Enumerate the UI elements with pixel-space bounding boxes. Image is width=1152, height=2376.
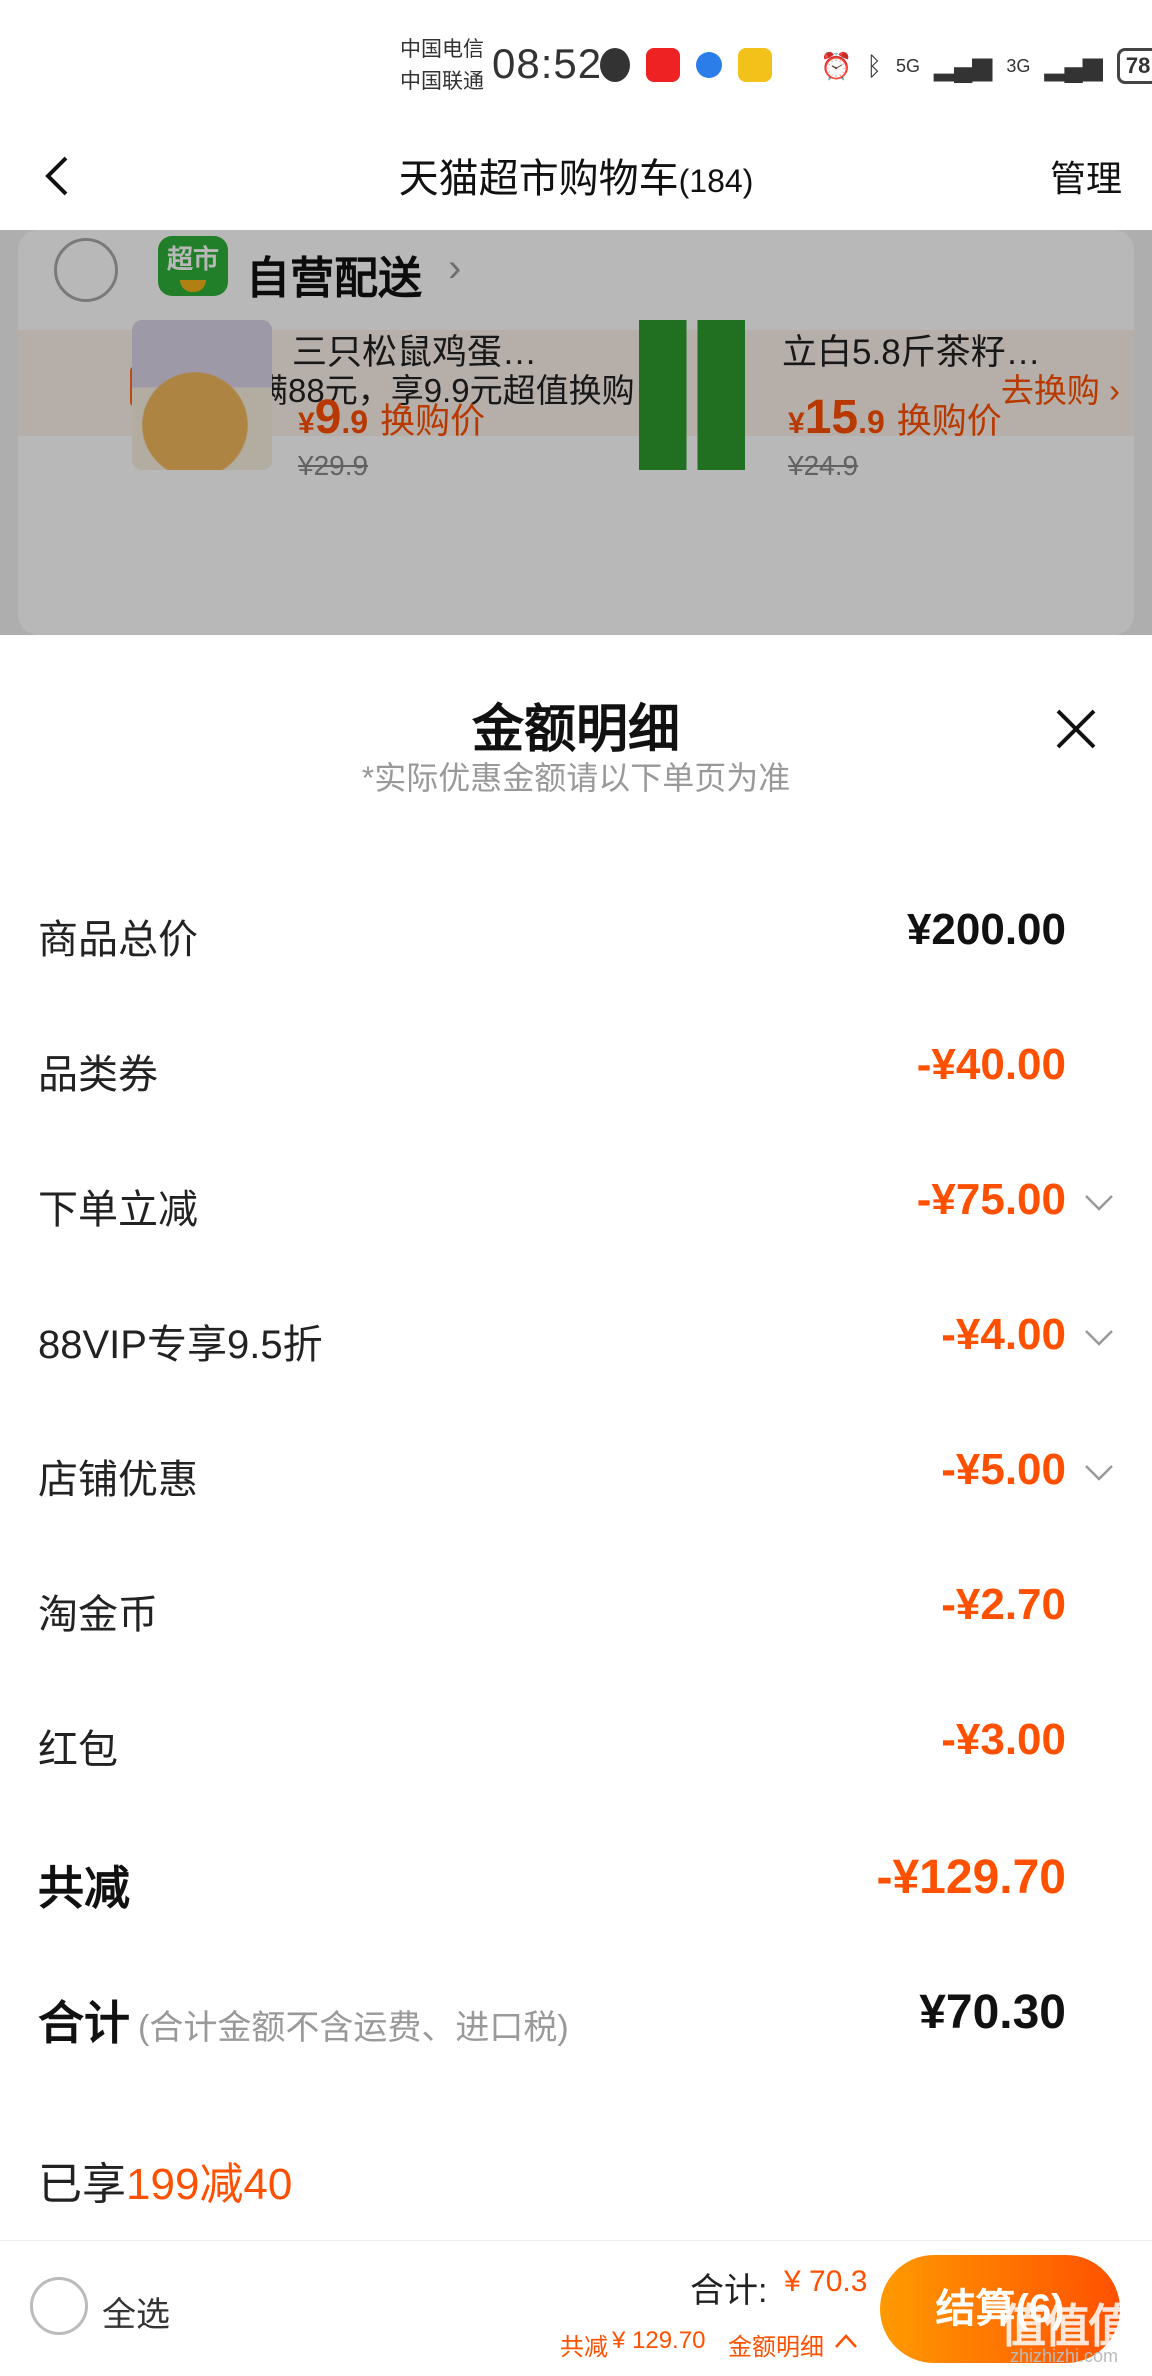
sheet-subtitle: *实际优惠金额请以下单页为准 — [361, 760, 791, 796]
carrier-2: 中国联通 — [400, 70, 484, 93]
qq-icon — [600, 48, 630, 82]
amount-detail-sheet: 金额明细 *实际优惠金额请以下单页为准 商品总价 ¥200.00 品类券 -¥4… — [0, 635, 1152, 2240]
modal-overlay[interactable] — [0, 230, 1152, 635]
bluetooth-icon: ᛒ — [866, 50, 882, 81]
promo-prefix: 已享 — [38, 2160, 126, 2209]
reduce-value: ¥ 129.70 — [612, 2327, 706, 2354]
system-icons: ⏰ ᛒ 5G ▂▄▆ 3G ▂▄▆ 78 — [820, 48, 1152, 84]
signal-bars-icon: ▂▄▆ — [1044, 50, 1103, 81]
row-value: ¥70.30 — [919, 1986, 1066, 2039]
select-all-checkbox[interactable] — [30, 2277, 88, 2335]
row-label: 品类券 — [38, 1053, 158, 1097]
row-value: -¥75.00 — [916, 1175, 1066, 1224]
chevron-up-icon[interactable] — [834, 2333, 858, 2349]
browser-icon — [696, 52, 722, 78]
row-label: 共减 — [38, 1862, 130, 1914]
chevron-down-icon[interactable] — [1084, 1193, 1114, 1213]
row-label: 淘金币 — [38, 1593, 158, 1637]
row-store-discount[interactable]: 店铺优惠 -¥5.00 — [0, 1427, 1152, 1507]
promo-summary: 已享199减40 — [38, 2148, 292, 2212]
battery-icon: 78 — [1116, 48, 1152, 84]
row-label: 88VIP专享9.5折 — [38, 1323, 323, 1367]
bottom-checkout-bar: 全选 合计: ¥ 70.3 共减 ¥ 129.70 金额明细 结算(6) — [0, 2240, 1152, 2376]
signal-bars-icon: ▂▄▆ — [934, 50, 993, 81]
row-grand-total: 合计 (合计金额不含运费、进口税) ¥70.30 — [0, 1967, 1152, 2049]
carrier-info: 中国电信 中国联通 — [400, 34, 484, 98]
signal-5g-icon: 5G — [895, 55, 920, 76]
watermark-url: zhizhizhi.com — [1010, 2346, 1119, 2366]
row-value: -¥129.70 — [876, 1851, 1067, 1904]
cart-count: (184) — [678, 163, 754, 199]
row-order-discount[interactable]: 下单立减 -¥75.00 — [0, 1157, 1152, 1237]
signal-3g-icon: 3G — [1006, 55, 1031, 76]
row-value: -¥5.00 — [941, 1445, 1066, 1494]
chevron-down-icon[interactable] — [1084, 1328, 1114, 1348]
nav-bar: 天猫超市购物车(184) 管理 — [0, 120, 1152, 230]
manage-button[interactable]: 管理 — [1050, 150, 1122, 202]
page-title-text: 天猫超市购物车 — [398, 157, 679, 201]
chevron-down-icon[interactable] — [1084, 1463, 1114, 1483]
row-label: 下单立减 — [38, 1188, 198, 1232]
game-icon — [738, 48, 772, 82]
row-total-reduction: 共减 -¥129.70 — [0, 1832, 1152, 1914]
row-red-packet: 红包 -¥3.00 — [0, 1697, 1152, 1777]
app-notification-icon — [646, 48, 680, 82]
reduce-label: 共减 — [560, 2334, 608, 2361]
row-value: -¥2.70 — [941, 1580, 1066, 1629]
total-note: (合计金额不含运费、进口税) — [138, 2009, 569, 2047]
row-label: 红包 — [38, 1728, 118, 1772]
row-value: -¥3.00 — [941, 1715, 1066, 1764]
amount-detail-link[interactable]: 金额明细 — [728, 2327, 824, 2362]
row-88vip-discount[interactable]: 88VIP专享9.5折 -¥4.00 — [0, 1292, 1152, 1372]
row-label: 合计 (合计金额不含运费、进口税) — [38, 1987, 569, 2053]
clock: 08:52 — [492, 40, 603, 87]
row-label: 商品总价 — [38, 918, 198, 962]
alarm-icon: ⏰ — [820, 50, 853, 81]
row-value: -¥40.00 — [916, 1040, 1066, 1089]
row-value: ¥200.00 — [906, 905, 1066, 954]
select-all-label[interactable]: 全选 — [102, 2287, 170, 2336]
row-label: 店铺优惠 — [38, 1458, 198, 1502]
page-title: 天猫超市购物车(184) — [0, 146, 1152, 204]
carrier-1: 中国电信 — [400, 38, 484, 61]
notification-icons — [600, 48, 772, 82]
status-bar: 中国电信 中国联通 08:52 ⏰ ᛒ 5G ▂▄▆ 3G ▂▄▆ 78 — [0, 0, 1152, 120]
row-value: -¥4.00 — [941, 1310, 1066, 1359]
total-label: 合计: — [690, 2272, 768, 2310]
close-icon[interactable] — [1052, 705, 1100, 753]
row-goods-total: 商品总价 ¥200.00 — [0, 887, 1152, 967]
row-taojinbi: 淘金币 -¥2.70 — [0, 1562, 1152, 1642]
total-label: 合计 — [38, 1997, 130, 2049]
row-category-coupon: 品类券 -¥40.00 — [0, 1022, 1152, 1102]
total-value: ¥ 70.3 — [784, 2265, 868, 2298]
sheet-title: 金额明细 — [471, 701, 680, 759]
promo-accent: 199减40 — [126, 2160, 293, 2209]
